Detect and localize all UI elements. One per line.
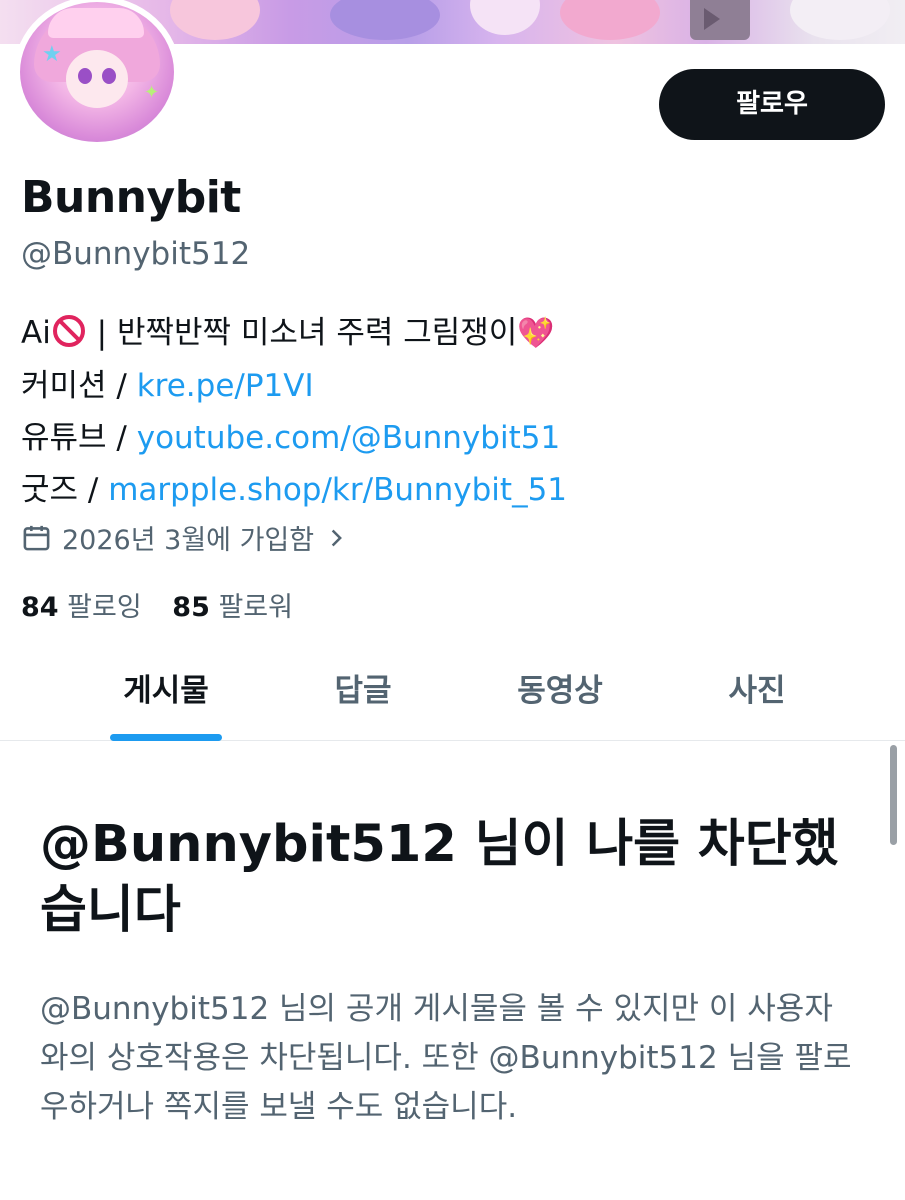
followers-number: 85 — [172, 592, 210, 623]
banner-art-shape — [330, 0, 440, 40]
user-handle: @Bunnybit512 — [21, 236, 251, 272]
follow-button[interactable]: 팔로우 — [659, 69, 885, 140]
tab-replies[interactable]: 답글 — [284, 648, 442, 740]
bio-label: 커미션 / — [21, 368, 137, 404]
star-icon: ★ — [42, 42, 62, 67]
display-name: Bunnybit — [21, 172, 241, 223]
tab-posts[interactable]: 게시물 — [87, 648, 245, 740]
goods-shop-link[interactable]: marpple.shop/kr/Bunnybit_51 — [108, 472, 567, 508]
tab-photos[interactable]: 사진 — [678, 648, 836, 740]
avatar[interactable]: ★ ✦ — [14, 0, 180, 148]
blocked-notice-title: @Bunnybit512 님이 나를 차단했습니다 — [40, 815, 839, 940]
tab-videos[interactable]: 동영상 — [481, 648, 639, 740]
following-label: 팔로잉 — [58, 592, 142, 623]
bio-line: 유튜브 / youtube.com/@Bunnybit51 — [21, 412, 567, 464]
followers-count[interactable]: 85 팔로워 — [172, 592, 293, 623]
chevron-right-icon — [331, 529, 343, 546]
avatar-art-shape — [66, 50, 128, 108]
calendar-icon — [23, 525, 50, 551]
bio-label: 굿즈 / — [21, 472, 109, 508]
profile-tabs: 게시물 답글 동영상 사진 — [0, 648, 905, 741]
follow-stats: 84 팔로잉 85 팔로워 — [21, 585, 315, 624]
bio-text: Ai — [21, 315, 51, 351]
avatar-image: ★ ✦ — [20, 2, 174, 142]
active-tab-indicator — [110, 734, 222, 741]
bio-line: 굿즈 / marpple.shop/kr/Bunnybit_51 — [21, 464, 567, 516]
commission-link[interactable]: kre.pe/P1VI — [137, 368, 314, 404]
joined-date[interactable]: 2026년 3월에 가입함 — [21, 518, 346, 557]
banner-art-shape — [790, 0, 890, 40]
youtube-link[interactable]: youtube.com/@Bunnybit51 — [137, 420, 560, 456]
avatar-art-shape — [102, 68, 116, 84]
blocked-notice-description: @Bunnybit512 님의 공개 게시물을 볼 수 있지만 이 사용자와의 … — [40, 991, 852, 1125]
avatar-art-shape — [78, 68, 92, 84]
sparkle-icon: ✦ — [144, 82, 160, 103]
followers-label: 팔로워 — [209, 592, 293, 623]
banner-art-shape — [690, 0, 750, 40]
bio-line: 커미션 / kre.pe/P1VI — [21, 360, 567, 412]
banner-art-shape — [560, 0, 660, 40]
following-count[interactable]: 84 팔로잉 — [21, 592, 142, 623]
banner-art-shape — [170, 0, 260, 40]
following-number: 84 — [21, 592, 59, 623]
avatar-art-shape — [48, 8, 144, 38]
banner-art-shape — [470, 0, 540, 35]
profile-page: ★ ✦ 팔로우 Bunnybit @Bunnybit512 Ai | 반짝반짝 … — [0, 0, 905, 1200]
sparkling-heart-icon: 💖 — [517, 316, 555, 351]
bio-label: 유튜브 / — [21, 420, 137, 456]
bio-text: | 반짝반짝 미소녀 주력 그림쟁이 — [86, 315, 518, 351]
joined-date-text: 2026년 3월에 가입함 — [62, 525, 315, 556]
scrollbar[interactable] — [890, 745, 897, 845]
no-entry-icon — [52, 315, 85, 347]
play-icon — [704, 8, 720, 30]
bio-line: Ai | 반짝반짝 미소녀 주력 그림쟁이💖 — [21, 307, 567, 360]
profile-bio: Ai | 반짝반짝 미소녀 주력 그림쟁이💖 커미션 / kre.pe/P1VI… — [21, 307, 567, 516]
